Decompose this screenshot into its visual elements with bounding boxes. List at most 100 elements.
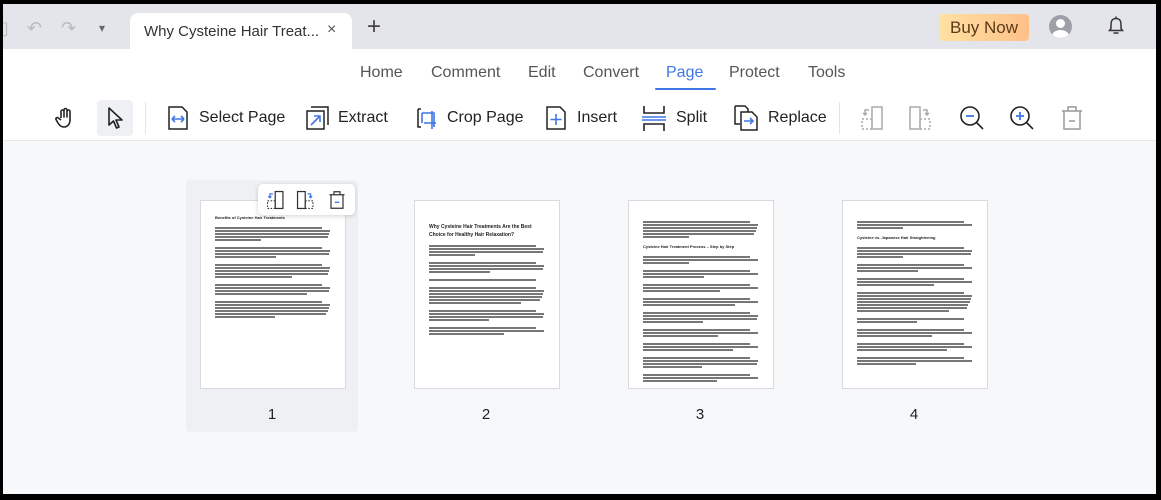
- text-line: [429, 279, 536, 281]
- text-line: [215, 287, 330, 289]
- split-button[interactable]: Split: [641, 100, 707, 136]
- text-line: [215, 310, 328, 312]
- quick-access-dropdown-icon[interactable]: ▾: [99, 19, 105, 37]
- buy-now-button[interactable]: Buy Now: [939, 14, 1029, 41]
- text-line: [429, 268, 543, 270]
- split-label: Split: [676, 109, 708, 126]
- rotate-right-button[interactable]: [908, 100, 934, 136]
- page-thumbnail[interactable]: Cysteine vs. Japanese Hair Straightening…: [828, 180, 1000, 432]
- text-line: [215, 264, 322, 266]
- text-line: [643, 230, 756, 232]
- text-line: [215, 307, 329, 309]
- new-tab-icon[interactable]: +: [367, 13, 381, 41]
- text-line: [857, 363, 917, 365]
- tab-page[interactable]: Page: [666, 64, 703, 82]
- rotate-left-button[interactable]: [860, 100, 886, 136]
- text-line: [215, 250, 330, 252]
- text-line: [429, 262, 536, 264]
- page-heading: Cysteine Hair Treatment Process – Step b…: [643, 244, 735, 249]
- page-number: 2: [481, 406, 491, 423]
- text-line: [643, 236, 690, 238]
- text-line: [643, 224, 758, 226]
- tab-protect[interactable]: Protect: [729, 64, 780, 82]
- text-line: [215, 293, 307, 295]
- redo-icon[interactable]: ↷: [61, 19, 76, 37]
- text-paragraph: [215, 284, 331, 295]
- text-line: [857, 357, 964, 359]
- page-thumbnail[interactable]: Cysteine Hair Treatment Process – Step b…: [614, 180, 786, 432]
- text-line: [643, 332, 758, 334]
- crop-icon: [417, 108, 436, 129]
- replace-button[interactable]: Replace: [733, 100, 827, 136]
- text-paragraph: [643, 357, 759, 368]
- text-line: [857, 343, 964, 345]
- text-line: [857, 281, 972, 283]
- app-menu-icon[interactable]: ▯: [3, 19, 9, 37]
- tab-comment[interactable]: Comment: [431, 64, 500, 82]
- trash-icon[interactable]: [328, 190, 346, 210]
- text-line: [429, 265, 544, 267]
- tab-title: Why Cysteine Hair Treat...: [144, 23, 320, 40]
- extract-icon: [306, 106, 329, 130]
- undo-icon[interactable]: ↶: [27, 19, 42, 37]
- text-line: [429, 319, 490, 321]
- delete-page-button[interactable]: [1060, 100, 1084, 136]
- tab-home[interactable]: Home: [360, 64, 403, 82]
- text-line: [643, 287, 758, 289]
- trash-icon: [1062, 106, 1082, 130]
- text-paragraph: [643, 256, 759, 264]
- avatar[interactable]: [1049, 15, 1072, 38]
- tab-convert[interactable]: Convert: [583, 64, 639, 82]
- more-options-icon[interactable]: ⋮: [1151, 16, 1156, 36]
- insert-button[interactable]: Insert: [544, 100, 617, 136]
- tab-edit[interactable]: Edit: [528, 64, 556, 82]
- text-paragraph: [857, 329, 973, 337]
- notification-bell-icon[interactable]: [1107, 16, 1125, 36]
- text-line: [643, 374, 750, 376]
- text-paragraph: [857, 318, 973, 323]
- replace-icon: [734, 105, 758, 131]
- hand-tool-button[interactable]: [47, 100, 83, 136]
- text-line: [857, 284, 934, 286]
- text-line: [857, 349, 948, 351]
- extract-label: Extract: [338, 109, 388, 126]
- select-page-button[interactable]: Select Page: [166, 100, 285, 136]
- text-line: [643, 290, 720, 292]
- page-actions-popover: [258, 184, 355, 215]
- crop-page-button[interactable]: Crop Page: [414, 100, 524, 136]
- document-tab[interactable]: Why Cysteine Hair Treat... ×: [130, 13, 352, 50]
- tab-tools[interactable]: Tools: [808, 64, 845, 82]
- close-tab-icon[interactable]: ×: [327, 21, 336, 39]
- text-line: [215, 230, 330, 232]
- page-thumbnail[interactable]: Why Cysteine Hair Treatments Are the Bes…: [400, 180, 572, 432]
- text-line: [643, 284, 750, 286]
- extract-button[interactable]: Extract: [305, 100, 388, 136]
- text-paragraph: [643, 329, 759, 337]
- text-line: [215, 233, 329, 235]
- rotate-left-icon[interactable]: [266, 190, 286, 210]
- zoom-in-button[interactable]: [1009, 100, 1035, 136]
- text-line: [643, 298, 750, 300]
- zoom-out-icon: [960, 106, 984, 130]
- page-number: 3: [695, 406, 705, 423]
- text-paragraph: [429, 310, 545, 321]
- page-thumbnail[interactable]: Benefits of Cysteine Hair Treatments 1: [186, 180, 358, 432]
- text-line: [643, 259, 758, 261]
- text-line: [643, 335, 719, 337]
- text-line: [643, 349, 734, 351]
- select-tool-button[interactable]: [97, 100, 133, 136]
- text-line: [643, 227, 757, 229]
- text-line: [643, 357, 750, 359]
- text-line: [857, 310, 949, 312]
- text-line: [643, 301, 758, 303]
- text-paragraph: [857, 357, 973, 365]
- page-text-lines: [643, 256, 759, 382]
- text-line: [215, 313, 327, 315]
- text-paragraph: [215, 247, 331, 258]
- rotate-left-icon: [861, 106, 883, 130]
- text-line: [429, 293, 543, 295]
- rotate-right-icon[interactable]: [296, 190, 316, 210]
- zoom-out-button[interactable]: [959, 100, 985, 136]
- text-line: [857, 298, 971, 300]
- page-heading: Benefits of Cysteine Hair Treatments: [215, 215, 285, 220]
